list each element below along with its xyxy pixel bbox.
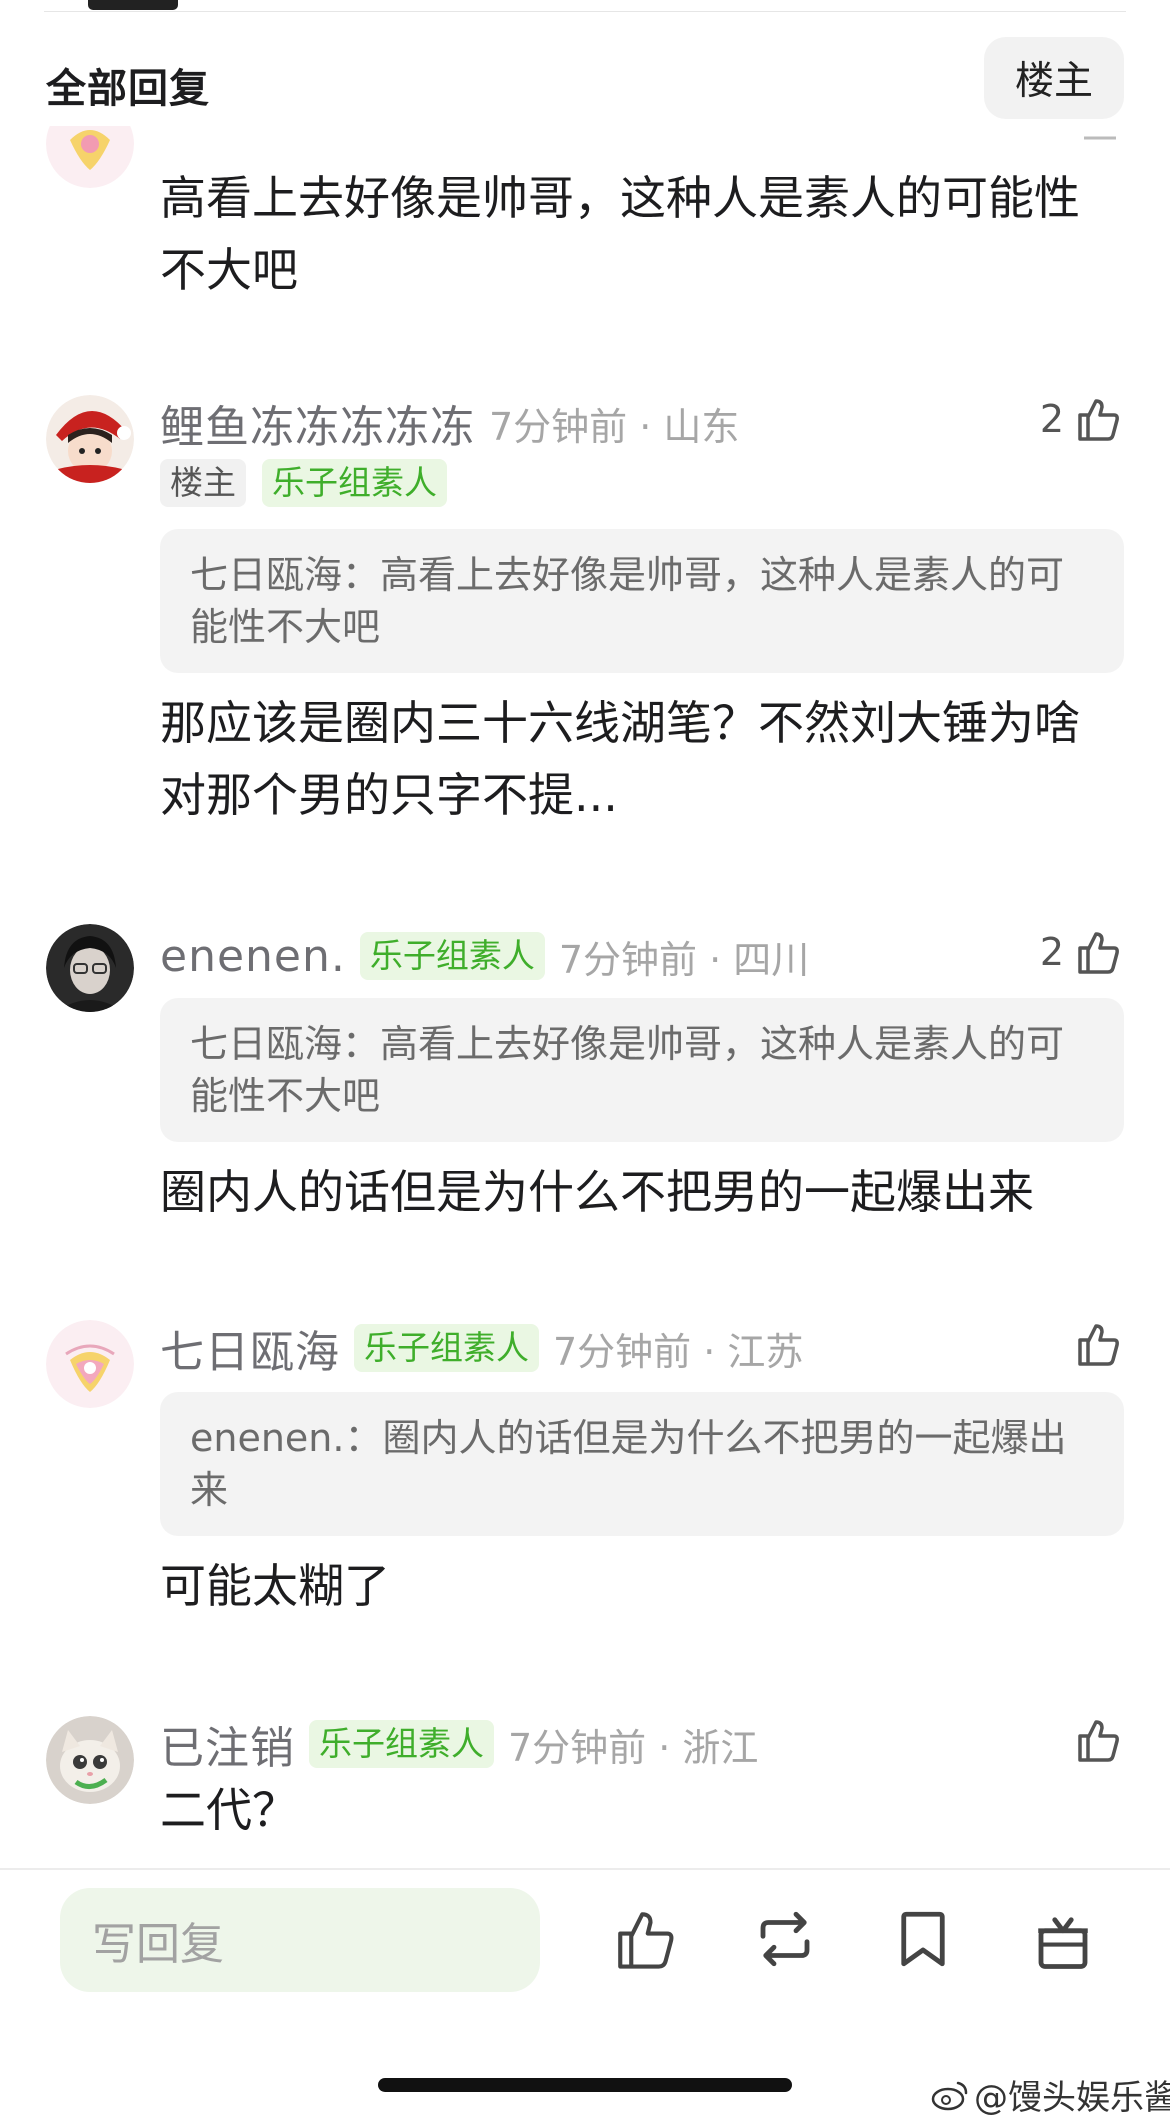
- thumbs-up-icon: [1078, 932, 1119, 974]
- like-button[interactable]: [1074, 1716, 1122, 1764]
- comment-body: 可能太糊了: [160, 1559, 390, 1613]
- page-title: 全部回复: [46, 66, 210, 112]
- op-only-toggle-button[interactable]: 楼主: [984, 37, 1124, 119]
- top-grip: [88, 0, 178, 10]
- avatar[interactable]: [46, 924, 134, 1012]
- timestamp-location: 7分钟前 · 江苏: [553, 1329, 804, 1374]
- quoted-reply[interactable]: 七日瓯海：高看上去好像是帅哥，这种人是素人的可能性不大吧: [160, 998, 1124, 1142]
- replies-header: 全部回复 楼主: [0, 30, 1170, 126]
- avatar[interactable]: [46, 1716, 134, 1804]
- bottom-bar-divider: [0, 1868, 1170, 1870]
- gift-icon[interactable]: [1030, 1906, 1096, 1972]
- reply-input[interactable]: 写回复: [60, 1888, 540, 1992]
- thumbs-up-icon: [1078, 399, 1119, 441]
- comment-body: 那应该是圈内三十六线湖笔？不然刘大锤为啥对那个男的只字不提...: [160, 696, 1080, 822]
- quote-author: 七日瓯海：: [190, 553, 381, 597]
- thumbs-up-icon: [1078, 1324, 1119, 1366]
- username[interactable]: 鲤鱼冻冻冻冻冻: [160, 391, 475, 455]
- op-badge: 楼主: [160, 459, 246, 507]
- thumbs-up-icon[interactable]: [612, 1906, 678, 1972]
- watermark: @馒头娱乐酱: [930, 2070, 1170, 2118]
- username[interactable]: 七日瓯海: [160, 1316, 340, 1380]
- group-badge: 乐子组素人: [262, 459, 447, 507]
- timestamp-location: 7分钟前 · 四川: [558, 937, 810, 982]
- quote-author: 七日瓯海：: [190, 1022, 381, 1066]
- comment-body: 圈内人的话但是为什么不把男的一起爆出来: [160, 1165, 1034, 1219]
- group-badge: 乐子组素人: [359, 932, 545, 980]
- comment-body: 高看上去好像是帅哥，这种人是素人的可能性不大吧: [160, 171, 1080, 297]
- like-button[interactable]: [1074, 1320, 1122, 1368]
- timestamp-location: 7分钟前 · 浙江: [508, 1725, 759, 1770]
- group-badge: 乐子组素人: [354, 1324, 539, 1372]
- comment-body: 二代？: [160, 1783, 298, 1837]
- comment-meta: 七日瓯海 乐子组素人 7分钟前 · 江苏: [160, 1320, 804, 1378]
- weibo-logo-icon: [931, 2081, 968, 2110]
- username[interactable]: 已注销: [160, 1712, 295, 1776]
- like-count: 2: [1039, 397, 1064, 441]
- avatar[interactable]: [46, 118, 134, 188]
- avatar[interactable]: [46, 395, 134, 483]
- username[interactable]: enenen.: [160, 931, 346, 982]
- watermark-text: @馒头娱乐酱: [974, 2078, 1170, 2118]
- top-divider: [44, 11, 1126, 12]
- like-count: 2: [1039, 930, 1064, 974]
- quoted-reply[interactable]: 七日瓯海：高看上去好像是帅哥，这种人是素人的可能性不大吧: [160, 529, 1124, 673]
- quote-author: enenen.：: [190, 1416, 383, 1460]
- like-button[interactable]: 2: [1040, 395, 1122, 443]
- like-button[interactable]: 2: [1040, 928, 1122, 976]
- comment-meta: 鲤鱼冻冻冻冻冻 7分钟前 · 山东: [160, 395, 740, 453]
- group-badge: 乐子组素人: [309, 1720, 494, 1768]
- comment-meta: 已注销 乐子组素人 7分钟前 · 浙江: [160, 1716, 759, 1774]
- timestamp-location: 7分钟前 · 山东: [489, 404, 740, 449]
- bookmark-icon[interactable]: [890, 1906, 956, 1972]
- home-indicator: [378, 2078, 792, 2092]
- badge-row: 楼主 乐子组素人: [160, 459, 463, 507]
- avatar[interactable]: [46, 1320, 134, 1408]
- comment-meta: enenen. 乐子组素人 7分钟前 · 四川: [160, 928, 809, 984]
- repost-icon[interactable]: [752, 1906, 818, 1972]
- thumbs-up-icon: [1078, 1720, 1119, 1762]
- quoted-reply[interactable]: enenen.：圈内人的话但是为什么不把男的一起爆出来: [160, 1392, 1124, 1536]
